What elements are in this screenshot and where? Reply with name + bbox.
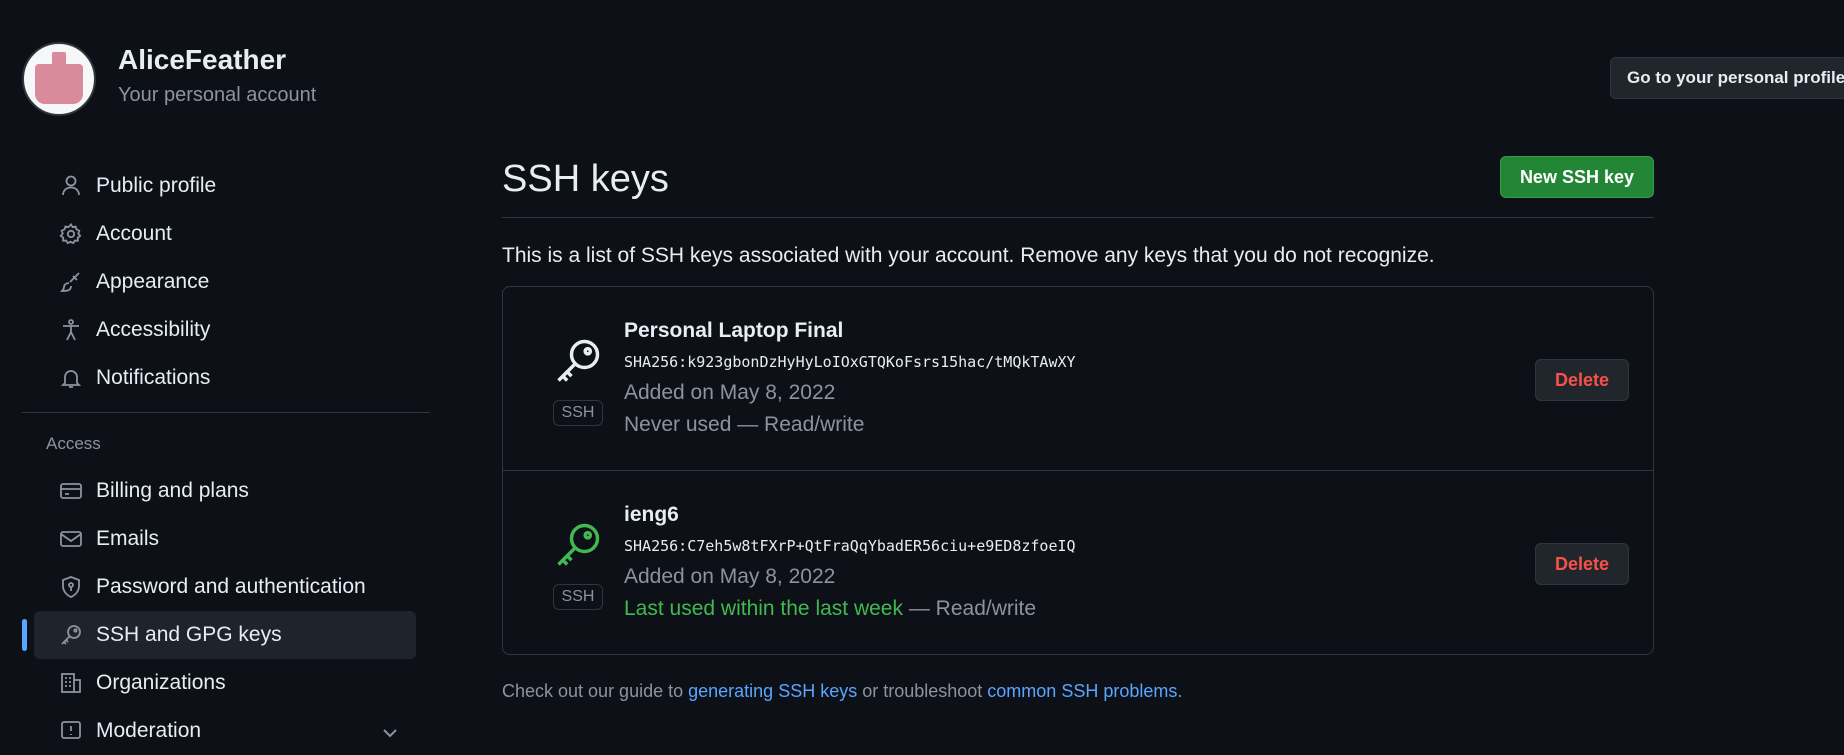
main-content: SSH keys New SSH key This is a list of S… <box>502 140 1654 702</box>
key-icon-container: SSH <box>551 335 605 426</box>
sidebar-section-access: Access <box>46 434 101 453</box>
account-subtitle: Your personal account <box>118 84 317 106</box>
sidebar-item-label: Notifications <box>96 366 211 389</box>
sidebar-item-label: Moderation <box>96 719 202 742</box>
sidebar-item-label: Billing and plans <box>96 479 249 502</box>
delete-key-button[interactable]: Delete <box>1534 359 1629 401</box>
delete-key-button[interactable]: Delete <box>1534 543 1629 585</box>
footer-text: Check out our guide to <box>502 681 689 701</box>
common-ssh-problems-link[interactable]: common SSH problems <box>987 681 1177 701</box>
sidebar-item-billing[interactable]: Billing and plans <box>34 467 416 515</box>
ssh-keys-list: SSH Personal Laptop Final SHA256:k923gbo… <box>502 286 1654 655</box>
sidebar-divider <box>22 412 430 413</box>
sidebar-item-public-profile[interactable]: Public profile <box>34 162 416 210</box>
key-usage-status: Never used <box>624 413 732 436</box>
sidebar-item-notifications[interactable]: Notifications <box>34 354 416 402</box>
sidebar-item-password-authentication[interactable]: Password and authentication <box>34 563 416 611</box>
key-icon <box>552 523 604 575</box>
avatar-figure <box>35 64 83 104</box>
sidebar-item-account[interactable]: Account <box>34 210 416 258</box>
sidebar-item-moderation[interactable]: Moderation <box>34 707 416 755</box>
key-fingerprint: SHA256:C7eh5w8tFXrP+QtFraQqYbadER56ciu+e… <box>624 537 1076 555</box>
key-icon-container: SSH <box>551 519 605 610</box>
key-added-date: Added on May 8, 2022 <box>624 565 836 588</box>
report-icon <box>58 718 84 744</box>
new-ssh-key-button[interactable]: New SSH key <box>1499 156 1654 198</box>
footer-text: . <box>1177 681 1183 701</box>
bell-icon <box>58 365 84 391</box>
sidebar-item-label: Password and authentication <box>96 575 366 598</box>
credit-card-icon <box>58 478 84 504</box>
sidebar-item-label: Organizations <box>96 671 226 694</box>
footer-text: or troubleshoot <box>857 681 988 701</box>
footer-help-text: Check out our guide to generating SSH ke… <box>502 681 1654 702</box>
mail-icon <box>58 526 84 552</box>
ssh-badge: SSH <box>552 584 604 610</box>
gear-icon <box>58 221 84 247</box>
page-header: SSH keys New SSH key <box>502 140 1654 218</box>
key-access-level: — Read/write <box>903 597 1037 620</box>
sidebar-item-ssh-gpg-keys[interactable]: SSH and GPG keys <box>22 611 416 659</box>
avatar[interactable] <box>22 42 96 116</box>
chevron-down-icon[interactable] <box>378 721 402 751</box>
paintbrush-icon <box>58 269 84 295</box>
ssh-badge: SSH <box>552 400 604 426</box>
sidebar-item-organizations[interactable]: Organizations <box>34 659 416 707</box>
accessibility-icon <box>58 317 84 343</box>
sidebar-item-emails[interactable]: Emails <box>34 515 416 563</box>
key-usage-status: Last used within the last week <box>624 597 903 620</box>
key-usage: Last used within the last week — Read/wr… <box>624 597 1076 621</box>
sidebar-item-label: Emails <box>96 527 160 550</box>
go-to-profile-button[interactable]: Go to your personal profile <box>1610 57 1844 99</box>
generating-ssh-keys-link[interactable]: generating SSH keys <box>688 681 857 701</box>
sidebar-item-label: Appearance <box>96 270 210 293</box>
sidebar-item-label: SSH and GPG keys <box>96 623 282 646</box>
sidebar-item-label: Account <box>96 222 172 245</box>
sidebar-item-label: Accessibility <box>96 318 211 341</box>
avatar-figure-top <box>52 52 66 68</box>
key-usage: Never used — Read/write <box>624 413 1076 437</box>
intro-text: This is a list of SSH keys associated wi… <box>502 244 1435 267</box>
shield-lock-icon <box>58 574 84 600</box>
account-name[interactable]: AliceFeather <box>118 44 286 76</box>
key-title: Personal Laptop Final <box>624 319 844 342</box>
active-indicator <box>22 619 27 651</box>
key-title: ieng6 <box>624 503 679 526</box>
person-icon <box>58 173 84 199</box>
key-added-date: Added on May 8, 2022 <box>624 381 836 404</box>
sidebar-item-label: Public profile <box>96 174 217 197</box>
key-details: Personal Laptop Final SHA256:k923gbonDzH… <box>624 319 1076 437</box>
key-icon <box>552 339 604 391</box>
sidebar-item-appearance[interactable]: Appearance <box>34 258 416 306</box>
organization-icon <box>58 670 84 696</box>
ssh-key-row: SSH Personal Laptop Final SHA256:k923gbo… <box>503 287 1653 470</box>
key-fingerprint: SHA256:k923gbonDzHyHyLoIOxGTQKoFsrs15hac… <box>624 353 1076 371</box>
key-details: ieng6 SHA256:C7eh5w8tFXrP+QtFraQqYbadER5… <box>624 503 1076 621</box>
sidebar-item-accessibility[interactable]: Accessibility <box>34 306 416 354</box>
key-icon <box>58 622 84 648</box>
ssh-key-row: SSH ieng6 SHA256:C7eh5w8tFXrP+QtFraQqYba… <box>503 470 1653 654</box>
page-title: SSH keys <box>502 158 669 200</box>
settings-sidebar: Public profile Account Appearance Access… <box>22 162 432 755</box>
key-access-level: — Read/write <box>731 413 865 436</box>
